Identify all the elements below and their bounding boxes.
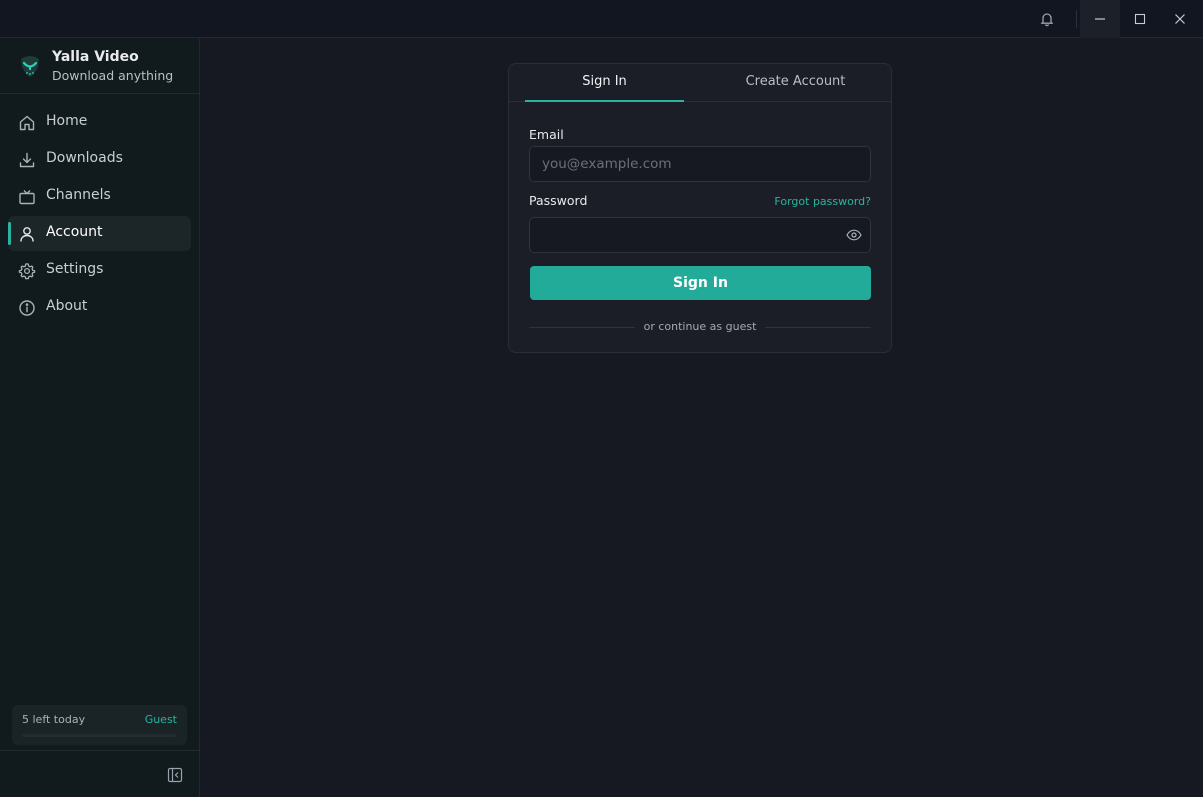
tv-icon bbox=[19, 190, 35, 205]
divider-line bbox=[529, 327, 635, 328]
close-button[interactable] bbox=[1160, 0, 1200, 38]
collapse-sidebar-icon[interactable] bbox=[167, 767, 183, 783]
sidebar-item-account[interactable]: Account bbox=[8, 216, 191, 251]
sidebar-item-settings[interactable]: Settings bbox=[8, 253, 191, 288]
maximize-button[interactable] bbox=[1120, 0, 1160, 38]
gear-icon bbox=[18, 263, 36, 280]
password-field[interactable] bbox=[529, 217, 871, 253]
sidebar-item-label: Home bbox=[46, 113, 88, 129]
info-icon bbox=[19, 300, 35, 316]
email-label: Email bbox=[529, 127, 564, 142]
continue-as-guest-link[interactable]: or continue as guest bbox=[635, 320, 765, 333]
sidebar-item-downloads[interactable]: Downloads bbox=[8, 142, 191, 177]
sidebar: Yalla Video Download anything Home Downl… bbox=[0, 39, 200, 797]
minimize-icon bbox=[1095, 18, 1105, 20]
brand-header: Yalla Video Download anything bbox=[0, 39, 199, 94]
bell-icon[interactable] bbox=[1036, 8, 1058, 30]
sidebar-item-about[interactable]: About bbox=[8, 290, 191, 325]
app-name: Yalla Video bbox=[52, 49, 139, 65]
sidebar-footer-divider bbox=[0, 750, 199, 751]
quota-remaining: 5 left today bbox=[22, 713, 86, 726]
sidebar-item-label: Settings bbox=[46, 261, 104, 277]
download-icon bbox=[19, 152, 35, 168]
sidebar-item-label: Downloads bbox=[46, 150, 123, 166]
app-tagline: Download anything bbox=[52, 68, 174, 83]
auth-tabs: Sign In Create Account bbox=[509, 64, 891, 102]
title-bar bbox=[0, 0, 1203, 38]
auth-card: Sign In Create Account Email Password Fo… bbox=[508, 63, 892, 353]
quota-progress-bar bbox=[22, 734, 177, 737]
sidebar-item-channels[interactable]: Channels bbox=[8, 179, 191, 214]
email-field[interactable] bbox=[529, 146, 871, 182]
password-label: Password bbox=[529, 193, 588, 208]
divider-line bbox=[765, 327, 871, 328]
active-indicator bbox=[8, 222, 11, 245]
forgot-password-link[interactable]: Forgot password? bbox=[774, 195, 871, 208]
sign-in-button[interactable]: Sign In bbox=[530, 266, 871, 300]
sidebar-item-label: About bbox=[46, 298, 88, 314]
daily-quota-card: 5 left today Guest bbox=[12, 705, 187, 745]
account-tier-badge[interactable]: Guest bbox=[145, 713, 177, 726]
titlebar-divider bbox=[1076, 10, 1077, 28]
app-logo bbox=[21, 56, 39, 77]
sidebar-item-label: Account bbox=[46, 224, 103, 240]
close-icon bbox=[1175, 14, 1185, 24]
tab-sign-in[interactable]: Sign In bbox=[525, 64, 684, 102]
tab-create-account[interactable]: Create Account bbox=[716, 64, 875, 102]
maximize-icon bbox=[1134, 13, 1146, 25]
sidebar-item-home[interactable]: Home bbox=[8, 105, 191, 140]
eye-icon[interactable] bbox=[846, 228, 862, 242]
sidebar-item-label: Channels bbox=[46, 187, 111, 203]
home-icon bbox=[19, 115, 35, 131]
minimize-button[interactable] bbox=[1080, 0, 1120, 38]
user-icon bbox=[20, 227, 34, 242]
